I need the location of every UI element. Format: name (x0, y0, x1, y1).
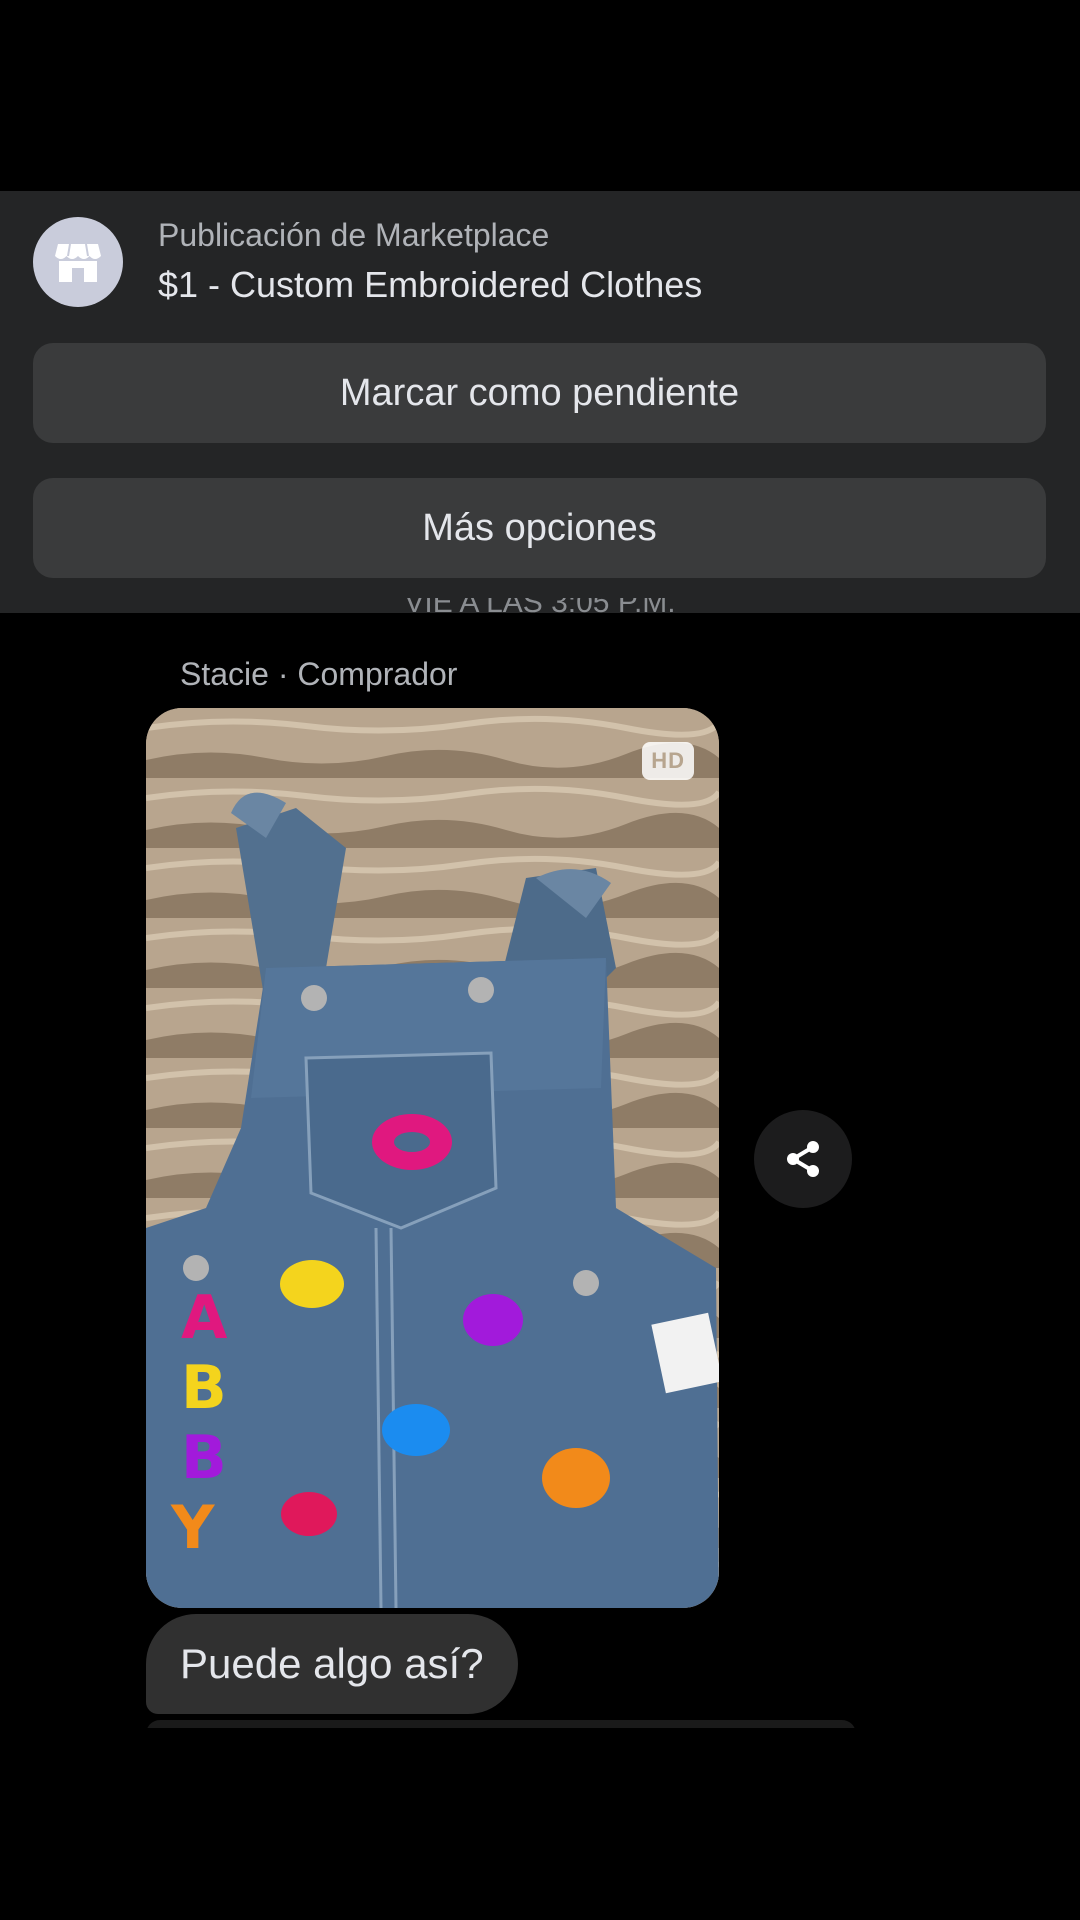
listing-subtitle: Publicación de Marketplace (158, 217, 550, 253)
marketplace-listing-panel: Publicación de Marketplace $1 - Custom E… (0, 191, 1080, 613)
photo-letter-b2: B (181, 1423, 227, 1493)
message-bubble[interactable]: Puede algo así? (146, 1614, 518, 1714)
photo-letter-b1: B (181, 1353, 227, 1423)
message-timestamp: VIE A LAS 3:05 P.M. (404, 598, 676, 619)
chat-screen: Publicación de Marketplace $1 - Custom E… (0, 0, 1080, 1920)
sender-label: Stacie · Comprador (180, 656, 458, 692)
share-icon[interactable] (754, 1110, 852, 1208)
listing-header[interactable]: Publicación de Marketplace $1 - Custom E… (33, 215, 702, 309)
storefront-icon (33, 217, 123, 307)
bottom-area (0, 1728, 1080, 1920)
more-options-button[interactable]: Más opciones (33, 478, 1046, 578)
mark-pending-button[interactable]: Marcar como pendiente (33, 343, 1046, 443)
message-photo[interactable]: A B B Y HD (146, 708, 719, 1608)
hd-badge: HD (642, 742, 694, 780)
photo-letter-y: Y (170, 1493, 216, 1563)
photo-letter-a: A (181, 1283, 228, 1353)
listing-title: $1 - Custom Embroidered Clothes (158, 264, 703, 305)
